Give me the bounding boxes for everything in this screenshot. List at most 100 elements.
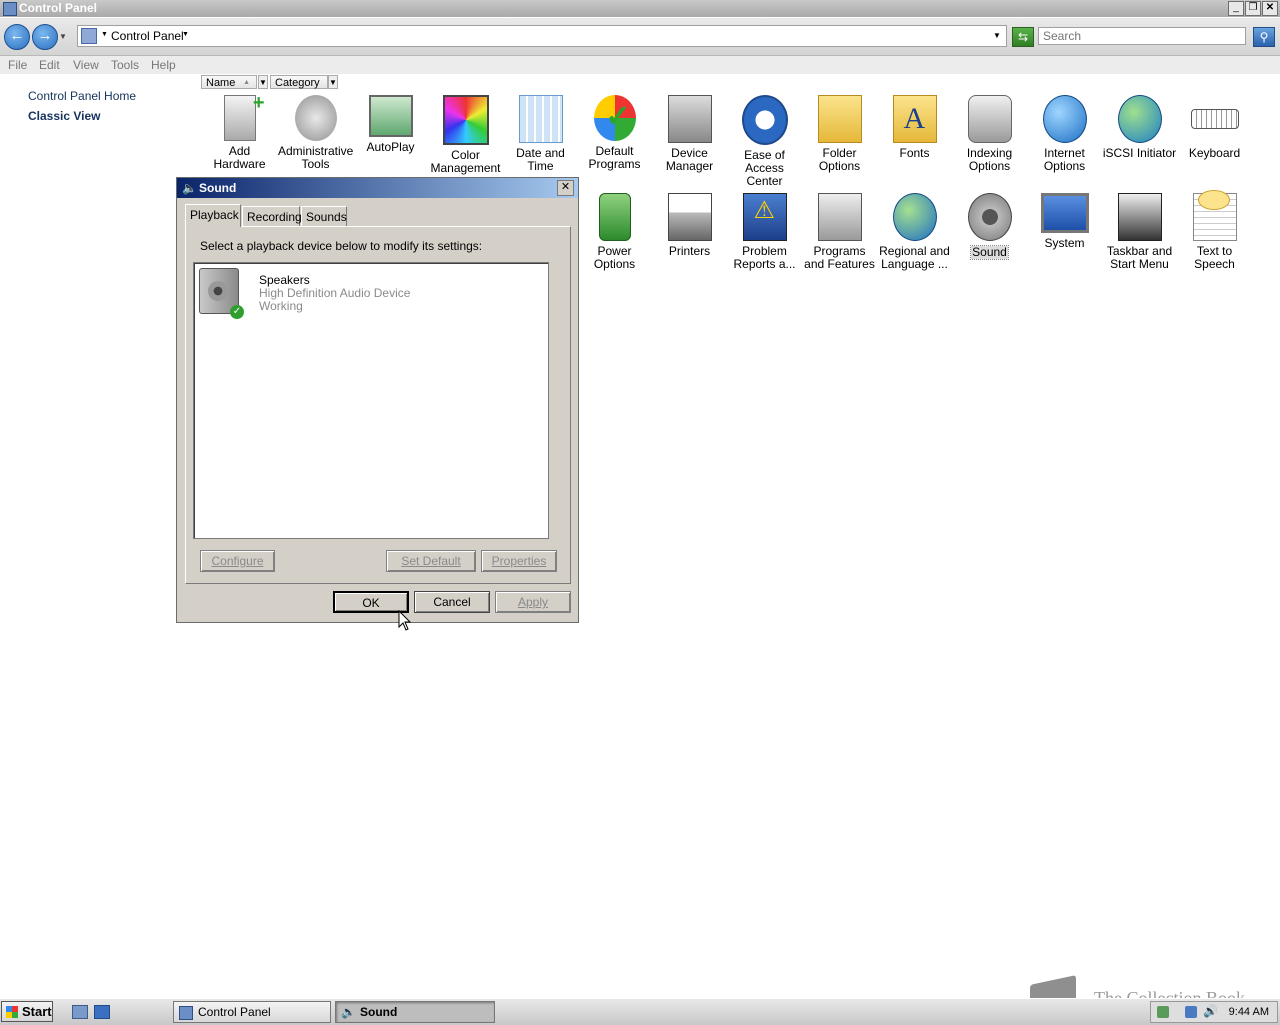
text-to-speech-icon <box>1192 190 1237 241</box>
tab-recording[interactable]: Recording <box>242 206 302 226</box>
cp-item-programs-and-features[interactable]: Programs and Features <box>802 193 877 271</box>
column-header-name-label: Name <box>206 77 236 89</box>
classic-view-link[interactable]: Classic View <box>28 109 101 123</box>
clock[interactable]: 9:44 AM <box>1229 1006 1269 1018</box>
cp-item-system[interactable]: System <box>1027 193 1102 250</box>
date-time-icon <box>518 95 563 143</box>
cp-item-printers[interactable]: Printers <box>652 193 727 258</box>
set-default-button[interactable]: Set Default <box>386 550 476 572</box>
regional-language-icon <box>892 193 937 241</box>
address-history-dropdown-icon[interactable]: ▼ <box>993 31 1001 40</box>
menu-view[interactable]: View <box>73 58 99 72</box>
taskbar-item-sound[interactable]: 🔈 Sound <box>335 1001 495 1023</box>
device-manager-icon <box>667 95 712 143</box>
switch-windows-icon[interactable] <box>94 1005 110 1019</box>
column-header-category[interactable]: Category <box>270 75 328 89</box>
sound-icon <box>967 193 1012 241</box>
refresh-icon[interactable]: ⇆ <box>1012 27 1034 47</box>
control-panel-window-icon <box>3 2 17 16</box>
control-panel-home-link[interactable]: Control Panel Home <box>28 89 136 103</box>
tab-sounds[interactable]: Sounds <box>301 206 347 226</box>
folder-icon <box>81 28 97 44</box>
power-options-icon <box>598 193 631 241</box>
search-icon[interactable]: ⚲ <box>1253 27 1275 47</box>
device-list-item-speakers[interactable]: ✓ Speakers High Definition Audio Device … <box>196 265 548 319</box>
network-tray-icon[interactable] <box>1185 1006 1197 1018</box>
menu-help[interactable]: Help <box>151 58 176 72</box>
name-filter-dropdown-icon[interactable]: ▼ <box>258 75 268 89</box>
apply-button[interactable]: Apply <box>495 591 571 613</box>
menu-file[interactable]: File <box>8 58 27 72</box>
cp-item-power-options[interactable]: Power Options <box>577 193 652 271</box>
cancel-button[interactable]: Cancel <box>414 591 490 613</box>
start-button[interactable]: Start <box>1 1001 53 1022</box>
configure-button[interactable]: Configure <box>200 550 275 572</box>
windows-logo-icon <box>6 1006 18 1018</box>
internet-options-icon <box>1042 95 1087 143</box>
cp-item-indexing-options[interactable]: Indexing Options <box>952 95 1027 173</box>
cp-item-problem-reports[interactable]: ⚠ Problem Reports a... <box>727 193 802 271</box>
dialog-close-button[interactable]: ✕ <box>557 180 574 196</box>
cp-item-add-hardware[interactable]: + Add Hardware <box>202 92 277 171</box>
system-tray: 🔊 9:44 AM <box>1150 1001 1278 1023</box>
cp-item-regional-and-language[interactable]: Regional and Language ... <box>877 193 952 271</box>
properties-button[interactable]: Properties <box>481 550 557 572</box>
cp-item-autoplay[interactable]: AutoPlay <box>353 95 428 154</box>
cp-item-text-to-speech[interactable]: Text to Speech <box>1177 190 1252 271</box>
autoplay-icon <box>368 95 413 137</box>
cp-item-default-programs[interactable]: ✓ Default Programs <box>577 95 652 171</box>
taskbar-item-control-panel[interactable]: Control Panel <box>173 1001 331 1023</box>
menu-tools[interactable]: Tools <box>111 58 139 72</box>
window-title: Control Panel <box>19 1 98 15</box>
back-button[interactable]: ← <box>4 24 30 50</box>
breadcrumb-control-panel[interactable]: Control Panel <box>111 29 184 43</box>
tab-playback[interactable]: Playback <box>185 204 241 227</box>
speaker-icon: 🔈 <box>182 181 197 195</box>
add-hardware-icon: + <box>223 92 265 141</box>
search-input[interactable] <box>1038 27 1246 45</box>
folder-options-icon <box>817 95 862 143</box>
cp-item-iscsi-initiator[interactable]: iSCSI Initiator <box>1102 95 1177 160</box>
speakers-device-icon: ✓ <box>199 268 244 319</box>
cp-item-color-management[interactable]: Color Management <box>428 95 503 175</box>
ease-of-access-icon <box>741 95 788 145</box>
sound-task-icon: 🔈 <box>341 1005 356 1019</box>
cp-item-fonts[interactable]: A Fonts <box>877 95 952 160</box>
forward-button[interactable]: → <box>32 24 58 50</box>
cp-item-keyboard[interactable]: Keyboard <box>1177 95 1252 160</box>
maximize-button[interactable]: ❐ <box>1245 1 1261 16</box>
cp-item-sound[interactable]: Sound <box>952 193 1027 260</box>
close-button[interactable]: ✕ <box>1262 1 1278 16</box>
cp-item-folder-options[interactable]: Folder Options <box>802 95 877 173</box>
cp-item-ease-of-access-center[interactable]: Ease of Access Center <box>727 95 802 188</box>
device-status: Working <box>259 299 303 313</box>
minimize-button[interactable]: _ <box>1228 1 1244 16</box>
category-filter-dropdown-icon[interactable]: ▼ <box>328 75 338 89</box>
volume-tray-icon[interactable]: 🔊 <box>1203 1004 1218 1018</box>
fonts-icon: A <box>892 95 937 143</box>
indexing-options-icon <box>967 95 1012 143</box>
mouse-cursor-icon <box>398 610 412 631</box>
menu-edit[interactable]: Edit <box>39 58 60 72</box>
address-bar[interactable]: ▼ Control Panel ▼ ▼ <box>77 25 1007 47</box>
breadcrumb-dropdown-icon[interactable]: ▼ <box>182 31 189 38</box>
recent-pages-chevron-icon[interactable]: ▼ <box>59 32 67 41</box>
cp-item-date-and-time[interactable]: Date and Time <box>503 95 578 173</box>
cp-item-device-manager[interactable]: Device Manager <box>652 95 727 173</box>
menu-bar: File Edit View Tools Help <box>0 56 1280 74</box>
window-title-bar[interactable]: Control Panel _ ❐ ✕ <box>0 0 1280 17</box>
default-programs-icon: ✓ <box>593 95 636 141</box>
control-panel-task-icon <box>179 1006 193 1020</box>
cp-item-taskbar-and-start-menu[interactable]: Taskbar and Start Menu <box>1102 193 1177 271</box>
cp-item-internet-options[interactable]: Internet Options <box>1027 95 1102 173</box>
cp-item-administrative-tools[interactable]: Administrative Tools <box>278 95 353 171</box>
problem-reports-icon: ⚠ <box>742 193 787 241</box>
show-desktop-icon[interactable] <box>72 1005 88 1019</box>
iscsi-initiator-icon <box>1117 95 1162 143</box>
sound-dialog-title-bar[interactable]: 🔈 Sound ✕ <box>177 178 578 198</box>
breadcrumb-chevron-icon[interactable]: ▼ <box>101 31 108 38</box>
column-header-name[interactable]: Name ▲ <box>201 75 257 89</box>
playback-device-list[interactable]: ✓ Speakers High Definition Audio Device … <box>193 262 549 539</box>
security-tray-icon[interactable] <box>1157 1006 1169 1018</box>
taskbar: Start Control Panel 🔈 Sound 🔊 9:44 AM <box>0 998 1280 1025</box>
